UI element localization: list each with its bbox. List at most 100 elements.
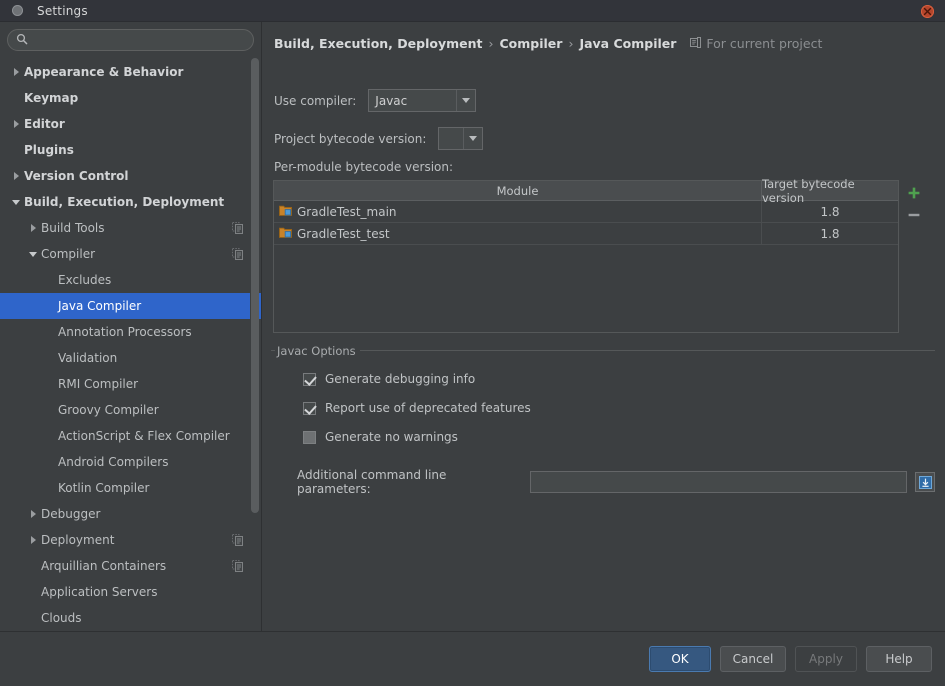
cell-target-bytecode-version[interactable]: 1.8 (762, 223, 898, 244)
chevron-right-icon[interactable] (8, 120, 24, 128)
per-module-row: Per-module bytecode version: (274, 160, 453, 174)
breadcrumb: Build, Execution, Deployment › Compiler … (274, 36, 822, 51)
checkbox-generate-debugging-info[interactable]: Generate debugging info (303, 372, 475, 386)
close-icon[interactable] (921, 5, 934, 18)
cell-target-bytecode-version[interactable]: 1.8 (762, 201, 898, 222)
use-compiler-row: Use compiler: Javac (274, 89, 477, 112)
additional-params-input[interactable] (529, 471, 908, 493)
settings-main-panel: Build, Execution, Deployment › Compiler … (263, 22, 945, 631)
sidebar-item-android-compilers[interactable]: Android Compilers (0, 449, 261, 475)
sidebar-item-annotation-processors[interactable]: Annotation Processors (0, 319, 261, 345)
chevron-right-icon[interactable] (25, 510, 41, 518)
table-toolbar (900, 180, 928, 333)
checkbox-label: Report use of deprecated features (325, 401, 531, 415)
apply-button[interactable]: Apply (795, 646, 857, 672)
chevron-down-icon (456, 90, 475, 111)
search-box[interactable] (7, 29, 254, 51)
chevron-right-icon[interactable] (25, 224, 41, 232)
sidebar-item-debugger[interactable]: Debugger (0, 501, 261, 527)
checkbox-generate-no-warnings[interactable]: Generate no warnings (303, 430, 458, 444)
javac-options-title: Javac Options (275, 344, 360, 358)
sidebar-item-application-servers[interactable]: Application Servers (0, 579, 261, 605)
help-button[interactable]: Help (866, 646, 932, 672)
sidebar-item-arquillian-containers[interactable]: Arquillian Containers (0, 553, 261, 579)
sidebar-item-version-control[interactable]: Version Control (0, 163, 261, 189)
settings-sidebar: Appearance & Behavior Keymap Editor Plugins… (0, 22, 262, 631)
sidebar-item-label: Annotation Processors (58, 325, 192, 339)
additional-params-row: Additional command line parameters: (297, 468, 935, 496)
window-title: Settings (37, 3, 88, 18)
sidebar-item-rmi-compiler[interactable]: RMI Compiler (0, 371, 261, 397)
sidebar-item-label: Keymap (24, 91, 79, 105)
copy-settings-icon[interactable] (232, 560, 243, 575)
chevron-right-icon[interactable] (8, 68, 24, 76)
minus-icon (908, 213, 920, 217)
checkbox-icon[interactable] (303, 430, 316, 444)
target-bytecode-value: 1.8 (820, 204, 840, 219)
table-body: GradleTest_main 1.8 GradleTest_test 1.8 (274, 201, 898, 245)
module-icon (279, 226, 292, 241)
sidebar-item-build-execution-deployment[interactable]: Build, Execution, Deployment (0, 189, 261, 215)
sidebar-item-build-tools[interactable]: Build Tools (0, 215, 261, 241)
use-compiler-value: Javac (375, 93, 408, 108)
add-module-button[interactable] (902, 182, 926, 204)
copy-settings-icon[interactable] (232, 534, 243, 549)
breadcrumb-part-1[interactable]: Compiler (499, 36, 562, 51)
sidebar-item-editor[interactable]: Editor (0, 111, 261, 137)
column-header-target[interactable]: Target bytecode version (762, 177, 898, 205)
module-icon (279, 204, 292, 219)
sidebar-item-label: ActionScript & Flex Compiler (58, 429, 230, 443)
chevron-right-icon[interactable] (25, 536, 41, 544)
sidebar-item-groovy-compiler[interactable]: Groovy Compiler (0, 397, 261, 423)
sidebar-item-label: Java Compiler (58, 299, 142, 313)
chevron-down-icon (463, 128, 482, 149)
chevron-down-icon[interactable] (25, 251, 41, 257)
checkbox-icon[interactable] (303, 401, 316, 415)
breadcrumb-part-0[interactable]: Build, Execution, Deployment (274, 36, 482, 51)
scope-label: For current project (706, 36, 823, 51)
use-compiler-dropdown[interactable]: Javac (368, 89, 477, 112)
per-module-table: Module Target bytecode version GradleTes… (273, 177, 899, 333)
copy-settings-icon[interactable] (232, 248, 243, 263)
table-header: Module Target bytecode version (274, 177, 898, 205)
chevron-down-icon[interactable] (8, 199, 24, 205)
sidebar-item-clouds[interactable]: Clouds (0, 605, 261, 629)
copy-settings-icon[interactable] (232, 222, 243, 237)
cancel-button[interactable]: Cancel (720, 646, 786, 672)
window-menu-dot-icon[interactable] (12, 5, 23, 16)
sidebar-item-label: Appearance & Behavior (24, 65, 184, 79)
project-bytecode-dropdown[interactable] (438, 127, 484, 150)
sidebar-item-appearance-behavior[interactable]: Appearance & Behavior (0, 59, 261, 85)
settings-dialog: Settings Appearance & Behavior Keymap Edit… (0, 0, 945, 686)
sidebar-item-java-compiler[interactable]: Java Compiler (0, 293, 261, 319)
table-row[interactable]: GradleTest_main 1.8 (274, 201, 898, 223)
checkbox-icon[interactable] (303, 372, 316, 386)
sidebar-item-deployment[interactable]: Deployment (0, 527, 261, 553)
remove-module-button[interactable] (902, 204, 926, 226)
sidebar-item-label: Groovy Compiler (58, 403, 159, 417)
sidebar-item-actionscript-flex-compiler[interactable]: ActionScript & Flex Compiler (0, 423, 261, 449)
sidebar-item-validation[interactable]: Validation (0, 345, 261, 371)
sidebar-item-kotlin-compiler[interactable]: Kotlin Compiler (0, 475, 261, 501)
sidebar-item-label: Arquillian Containers (41, 559, 167, 573)
table-row[interactable]: GradleTest_test 1.8 (274, 223, 898, 245)
chevron-right-icon[interactable] (8, 172, 24, 180)
sidebar-item-label: Kotlin Compiler (58, 481, 150, 495)
sidebar-item-plugins[interactable]: Plugins (0, 137, 261, 163)
expand-field-icon[interactable] (915, 472, 935, 492)
checkbox-report-deprecated[interactable]: Report use of deprecated features (303, 401, 531, 415)
project-bytecode-row: Project bytecode version: (274, 127, 484, 150)
sidebar-scrollbar-thumb[interactable] (251, 58, 259, 513)
sidebar-item-excludes[interactable]: Excludes (0, 267, 261, 293)
sidebar-item-label: Build Tools (41, 221, 105, 235)
ok-button[interactable]: OK (649, 646, 711, 672)
cell-module[interactable]: GradleTest_main (274, 201, 762, 222)
sidebar-item-keymap[interactable]: Keymap (0, 85, 261, 111)
sidebar-item-label: Debugger (41, 507, 101, 521)
sidebar-item-compiler[interactable]: Compiler (0, 241, 261, 267)
breadcrumb-part-2[interactable]: Java Compiler (579, 36, 676, 51)
search-input[interactable] (28, 31, 253, 49)
cell-module[interactable]: GradleTest_test (274, 223, 762, 244)
column-header-module[interactable]: Module (274, 181, 762, 200)
sidebar-item-label: RMI Compiler (58, 377, 139, 391)
